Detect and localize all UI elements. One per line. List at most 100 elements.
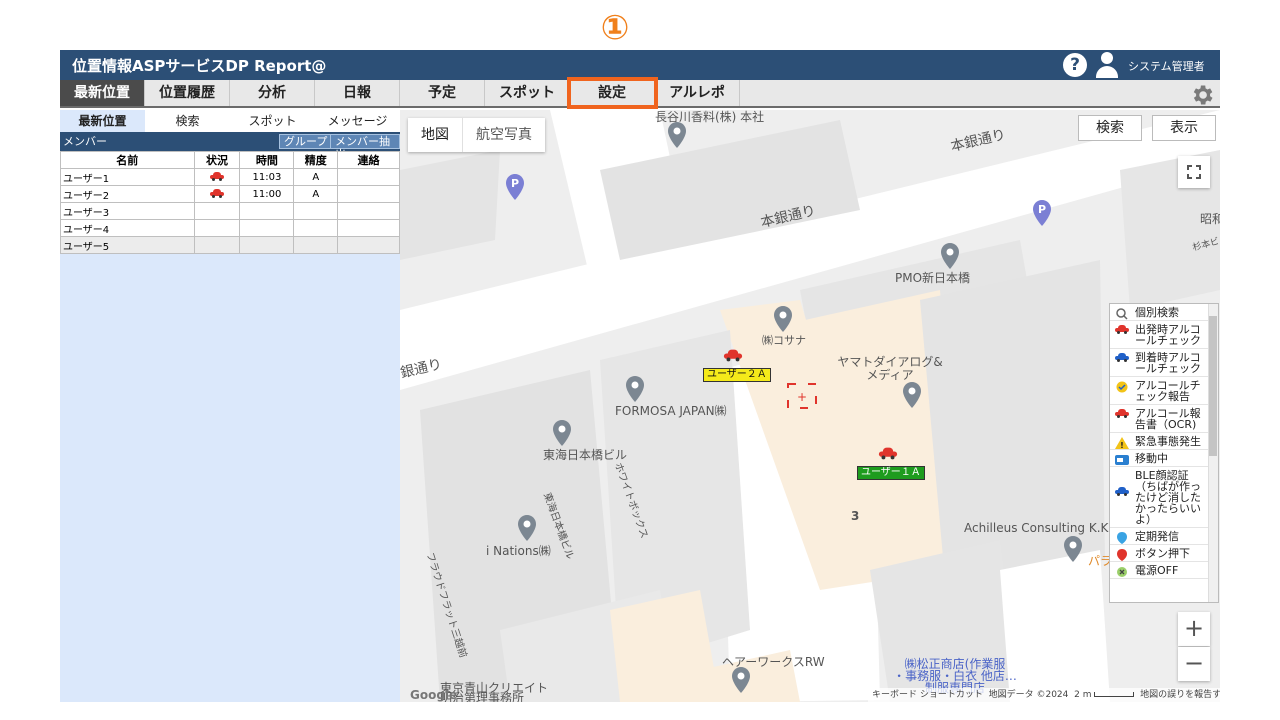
status-cell [193, 219, 241, 237]
keyboard-shortcuts-link[interactable]: キーボード ショートカット [872, 690, 983, 700]
user1-map-label[interactable]: ユーザー１Ａ [857, 466, 925, 480]
tab-schedule[interactable]: 予定 [400, 80, 485, 106]
sub-tabs: 最新位置 検索 スポット メッセージ [60, 110, 400, 132]
car-icon [210, 189, 225, 198]
power-off-icon [1117, 567, 1127, 577]
gear-icon[interactable] [1189, 82, 1215, 108]
map-scale[interactable]: 2 m [1074, 690, 1091, 700]
map-type-control: 地図 航空写真 [408, 118, 545, 152]
svg-text:P: P [511, 177, 519, 190]
time-cell [239, 219, 295, 237]
legend-item[interactable]: ! 緊急事態発生 [1110, 433, 1218, 450]
column-header-status[interactable]: 状況 [193, 151, 241, 169]
tab-alcohol-report[interactable]: アルレポ [655, 80, 740, 106]
tab-spot[interactable]: スポット [485, 80, 570, 106]
subtab-search[interactable]: 検索 [145, 110, 230, 132]
table-row[interactable]: ユーザー5 [60, 236, 400, 254]
place-pin-icon[interactable] [941, 243, 959, 269]
map-type-satellite-button[interactable]: 航空写真 [463, 118, 545, 152]
place-pin-icon[interactable] [518, 515, 536, 541]
pin-red-icon [1117, 549, 1127, 561]
legend-item[interactable]: ボタン押下 [1110, 545, 1218, 562]
group-button[interactable]: グループ [279, 134, 333, 149]
table-row[interactable]: ユーザー2 11:00 A [60, 185, 400, 203]
legend-item[interactable]: アルコール報告書（OCR) [1110, 405, 1218, 433]
table-row[interactable]: ユーザー4 [60, 219, 400, 237]
place-pin-icon[interactable] [553, 420, 571, 446]
map-view[interactable]: + 長谷川香料(株) 本社 本銀通り 本銀通り 銀通り 昭和 杉本ビル PMO新… [400, 110, 1220, 702]
place-pin-icon[interactable] [1064, 536, 1082, 562]
legend-item[interactable]: 電源OFF [1110, 562, 1218, 579]
app-title: 位置情報ASPサービスDP Report@ [72, 57, 327, 75]
map-search-button[interactable]: 検索 [1078, 115, 1142, 141]
accuracy-cell [293, 219, 339, 237]
contact-cell [337, 219, 400, 237]
member-name: ユーザー2 [60, 185, 195, 203]
title-bar: 位置情報ASPサービスDP Report@ ? システム管理者 [60, 50, 1220, 80]
tab-settings[interactable]: 設定 [567, 77, 658, 109]
tab-daily-report[interactable]: 日報 [315, 80, 400, 106]
legend-item[interactable]: BLE顔認証（ちばが作ったけど消したかったらいいよ） [1110, 467, 1218, 528]
map-label: 昭和 [1200, 212, 1220, 226]
parking-pin-icon[interactable]: P [1033, 200, 1051, 226]
member-extract-button[interactable]: メンバー抽出 [330, 134, 400, 161]
map-label: ヤマトダイアログ& メディア [837, 355, 943, 382]
car-icon[interactable] [878, 447, 898, 460]
tab-analysis[interactable]: 分析 [230, 80, 315, 106]
svg-text:P: P [1038, 203, 1046, 216]
subtab-message[interactable]: メッセージ [315, 110, 400, 132]
place-pin-icon[interactable] [626, 376, 644, 402]
user-name[interactable]: システム管理者 [1128, 58, 1205, 74]
status-cell [193, 168, 241, 186]
column-header-contact[interactable]: 連絡 [337, 151, 400, 169]
warning-icon: ! [1115, 437, 1129, 449]
accuracy-cell: A [293, 168, 339, 186]
map-display-button[interactable]: 表示 [1152, 115, 1216, 141]
contact-cell [337, 185, 400, 203]
report-map-error-link[interactable]: 地図の誤りを報告する [1140, 690, 1220, 700]
parking-pin-icon[interactable]: P [506, 174, 524, 200]
tab-position-history[interactable]: 位置履歴 [145, 80, 230, 106]
fullscreen-button[interactable] [1178, 156, 1210, 188]
table-row[interactable]: ユーザー3 [60, 202, 400, 220]
user-avatar-icon[interactable] [1096, 52, 1118, 78]
accuracy-cell: A [293, 185, 339, 203]
member-name: ユーザー1 [60, 168, 195, 186]
user2-map-label[interactable]: ユーザー２Ａ [703, 368, 771, 382]
legend-item[interactable]: 定期発信 [1110, 528, 1218, 545]
place-pin-icon[interactable] [732, 667, 750, 693]
column-header-accuracy[interactable]: 精度 [293, 151, 339, 169]
car-icon[interactable] [723, 349, 743, 362]
map-label: FORMOSA JAPAN㈱ [615, 404, 727, 418]
place-pin-icon[interactable] [774, 306, 792, 332]
place-pin-icon[interactable] [668, 122, 686, 148]
help-icon[interactable]: ? [1063, 53, 1087, 77]
legend-item[interactable]: アルコールチェック報告 [1110, 377, 1218, 405]
main-navigation: 最新位置 位置履歴 分析 日報 予定 スポット 設定 アルレポ [60, 77, 1220, 109]
column-header-name[interactable]: 名前 [60, 151, 195, 169]
subtab-latest-position[interactable]: 最新位置 [60, 110, 145, 132]
place-pin-icon[interactable] [903, 382, 921, 408]
legend-item[interactable]: 出発時アルコールチェック [1110, 321, 1218, 349]
legend-item[interactable]: 移動中 [1110, 450, 1218, 467]
member-name: ユーザー3 [60, 202, 195, 220]
column-header-time[interactable]: 時間 [239, 151, 295, 169]
legend-scrollbar[interactable] [1208, 304, 1218, 602]
map-footer-links: キーボード ショートカット 地図データ ©2024 2 m 地図の誤りを報告する [868, 688, 1220, 702]
map-label: i Nations㈱ [486, 544, 551, 558]
car-blue-icon [1115, 353, 1129, 365]
legend-item[interactable]: 個別検索 [1110, 304, 1218, 321]
scale-bar [1094, 692, 1135, 697]
accuracy-cell [293, 236, 339, 254]
truck-blue-icon [1115, 455, 1129, 465]
legend-item[interactable]: 到着時アルコールチェック [1110, 349, 1218, 377]
map-label: ㈱コサナ [762, 334, 806, 347]
subtab-spot[interactable]: スポット [230, 110, 315, 132]
table-row[interactable]: ユーザー1 11:03 A [60, 168, 400, 186]
zoom-out-button[interactable]: − [1178, 647, 1210, 681]
contact-cell [337, 168, 400, 186]
map-type-map-button[interactable]: 地図 [408, 118, 463, 152]
zoom-in-button[interactable]: + [1178, 612, 1210, 646]
tab-latest-position[interactable]: 最新位置 [60, 80, 145, 106]
map-label: 東海日本橋ビル [543, 448, 628, 462]
